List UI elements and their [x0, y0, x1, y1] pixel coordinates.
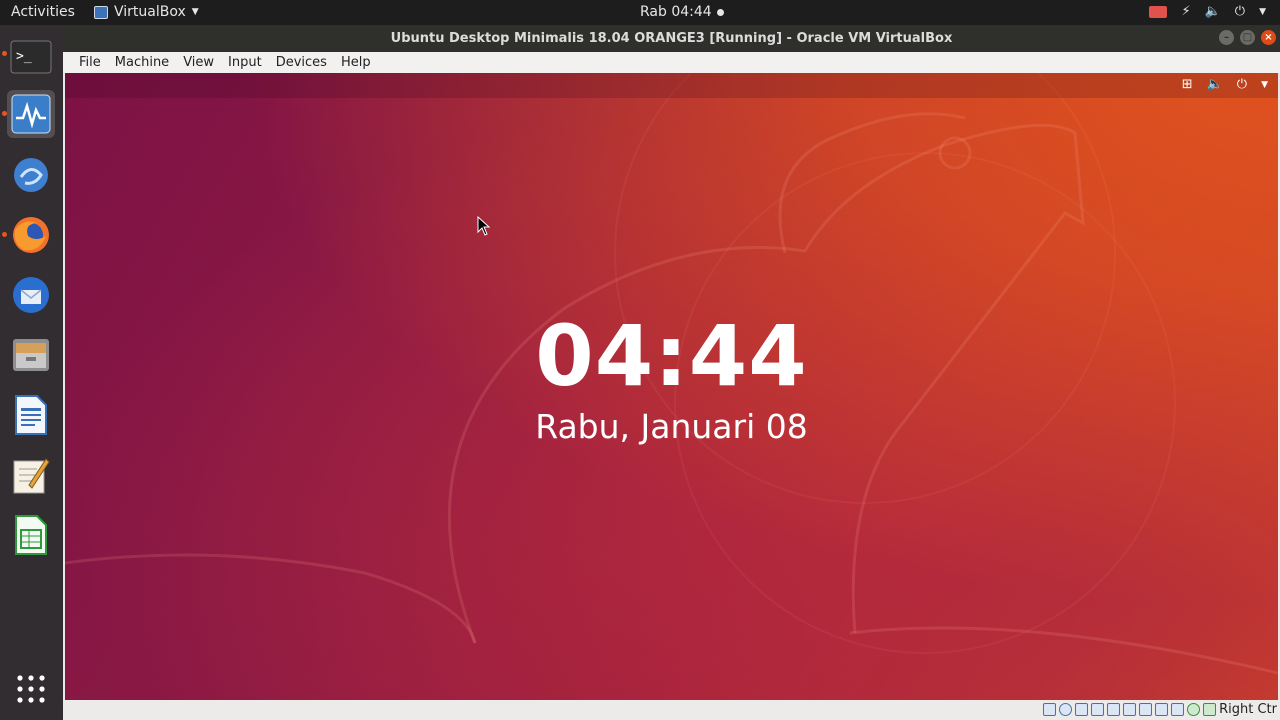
virtualbox-icon — [94, 5, 108, 19]
system-tray[interactable]: ⚡ 🔈 ⏻ ▼ — [1149, 4, 1266, 19]
window-title: Ubuntu Desktop Minimalis 18.04 ORANGE3 [… — [390, 31, 953, 46]
chevron-down-icon: ▼ — [191, 7, 199, 17]
system-monitor-icon — [11, 94, 51, 134]
dock-files[interactable] — [7, 331, 55, 379]
close-button[interactable]: × — [1261, 30, 1276, 45]
menu-bar: File Machine View Input Devices Help — [63, 52, 1280, 73]
menu-view[interactable]: View — [176, 55, 221, 70]
text-editor-icon — [13, 458, 50, 494]
window-titlebar[interactable]: Ubuntu Desktop Minimalis 18.04 ORANGE3 [… — [63, 25, 1280, 52]
mouse-integration-icon[interactable] — [1187, 703, 1200, 716]
network-icon[interactable] — [1091, 703, 1104, 716]
power-icon: ⏻ — [1234, 4, 1246, 19]
dock-firefox[interactable] — [7, 211, 55, 259]
dock-libreoffice-writer[interactable] — [7, 391, 55, 439]
display-icon[interactable] — [1139, 703, 1152, 716]
clock-label: Rab 04:44 — [640, 4, 712, 20]
keyboard-capture-icon[interactable] — [1203, 703, 1216, 716]
terminal-icon: >_ — [10, 40, 52, 74]
network-icon: ⚡ — [1181, 4, 1191, 19]
video-capture-icon[interactable] — [1155, 703, 1168, 716]
dock-thunderbird[interactable] — [7, 271, 55, 319]
app-menu[interactable]: VirtualBox ▼ — [94, 4, 199, 20]
mouse-pointer-icon — [477, 216, 491, 236]
app-grid-icon — [17, 675, 45, 703]
screen-record-icon[interactable] — [1149, 5, 1168, 18]
virtualbox-window: Ubuntu Desktop Minimalis 18.04 ORANGE3 [… — [63, 25, 1280, 720]
vm-status-bar: Right Ctr — [63, 700, 1280, 720]
guest-system-tray[interactable]: ⊞ 🔈 ⏻ ▼ — [1182, 77, 1268, 92]
guest-display[interactable]: ⊞ 🔈 ⏻ ▼ 04:44 Rabu, Januari 08 — [65, 73, 1278, 700]
menu-file[interactable]: File — [72, 55, 108, 70]
host-key-label: Right Ctr — [1219, 702, 1277, 717]
svg-text:>_: >_ — [16, 49, 32, 64]
audio-icon[interactable] — [1075, 703, 1088, 716]
clock-button[interactable]: Rab 04:44 — [640, 4, 724, 20]
usb-icon[interactable] — [1107, 703, 1120, 716]
thunderbird-icon — [13, 277, 49, 313]
chevron-down-icon: ▼ — [1259, 6, 1266, 17]
chameleon-app-icon — [14, 158, 48, 192]
notification-dot-icon — [716, 8, 724, 16]
lock-screen-date: Rabu, Januari 08 — [535, 407, 808, 446]
menu-machine[interactable]: Machine — [108, 55, 176, 70]
top-panel: Activities VirtualBox ▼ Rab 04:44 ⚡ 🔈 ⏻ … — [0, 0, 1280, 25]
virtualization-icon[interactable] — [1171, 703, 1184, 716]
lock-screen-time: 04:44 — [535, 307, 808, 405]
hard-disk-icon[interactable] — [1043, 703, 1056, 716]
window-controls: – □ × — [1219, 30, 1276, 45]
guest-top-bar: ⊞ 🔈 ⏻ ▼ — [65, 73, 1278, 98]
show-applications-button[interactable] — [7, 665, 55, 713]
dock-system-monitor[interactable] — [7, 90, 55, 138]
dock-text-editor[interactable] — [7, 451, 55, 499]
firefox-icon — [13, 217, 49, 253]
dock-terminal[interactable]: >_ — [7, 33, 55, 81]
writer-icon — [15, 395, 47, 435]
optical-drive-icon[interactable] — [1059, 703, 1072, 716]
menu-input[interactable]: Input — [221, 55, 269, 70]
dock: >_ — [0, 25, 63, 720]
network-wired-icon: ⊞ — [1181, 77, 1193, 92]
volume-icon: 🔈 — [1206, 77, 1223, 92]
power-icon: ⏻ — [1236, 77, 1248, 92]
dock-app-3[interactable] — [7, 151, 55, 199]
dock-libreoffice-calc[interactable] — [7, 511, 55, 559]
status-icons — [1043, 703, 1216, 716]
volume-icon: 🔈 — [1204, 4, 1221, 19]
minimize-button[interactable]: – — [1219, 30, 1234, 45]
chevron-down-icon: ▼ — [1261, 79, 1268, 90]
app-menu-label: VirtualBox — [114, 4, 186, 20]
shared-folders-icon[interactable] — [1123, 703, 1136, 716]
maximize-button[interactable]: □ — [1240, 30, 1255, 45]
menu-devices[interactable]: Devices — [269, 55, 334, 70]
files-icon — [13, 339, 49, 371]
activities-button[interactable]: Activities — [11, 4, 75, 20]
calc-icon — [15, 515, 47, 555]
menu-help[interactable]: Help — [334, 55, 378, 70]
